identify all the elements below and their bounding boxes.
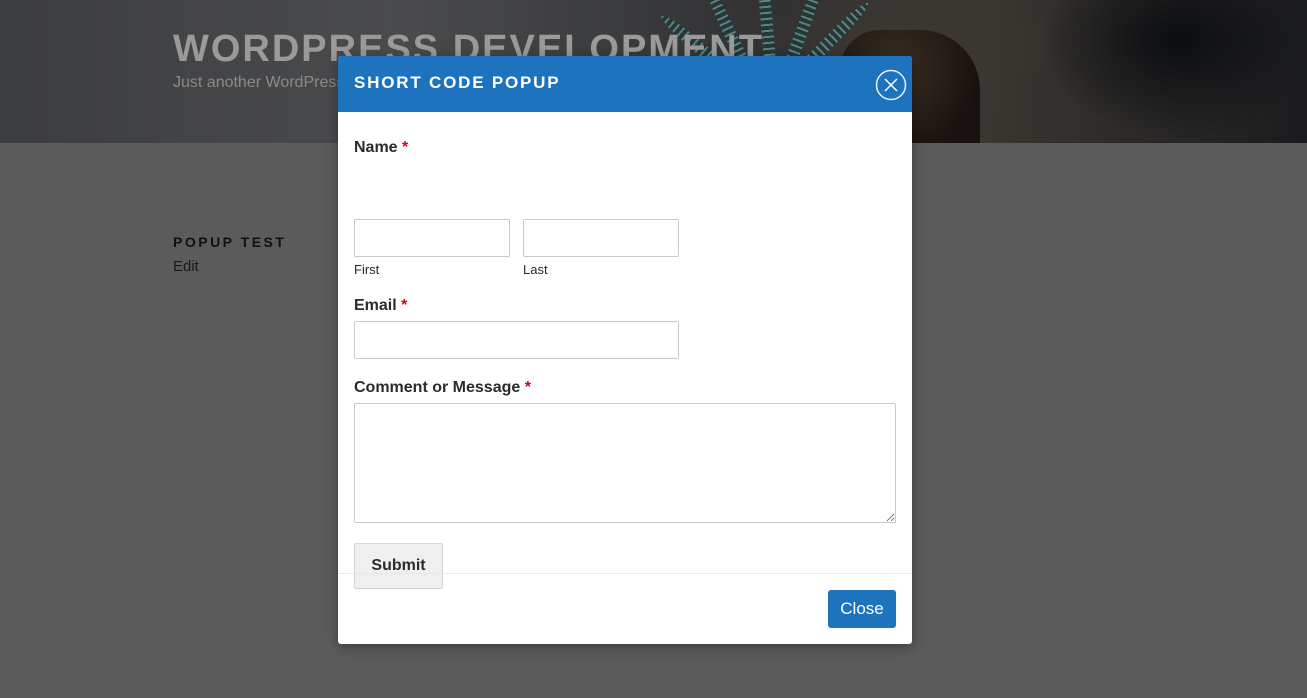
modal-header: SHORT CODE POPUP: [338, 56, 912, 112]
required-asterisk: *: [402, 139, 409, 156]
email-input[interactable]: [354, 321, 679, 359]
email-label: Email *: [354, 297, 407, 315]
email-label-text: Email: [354, 297, 397, 314]
edit-link[interactable]: Edit: [173, 258, 199, 275]
name-label: Name *: [354, 139, 408, 157]
last-name-input[interactable]: [523, 219, 679, 257]
submit-button[interactable]: Submit: [354, 543, 443, 589]
close-circle-icon[interactable]: [875, 69, 907, 101]
shortcode-popup-modal: SHORT CODE POPUP Name * First Last Email…: [338, 56, 912, 644]
name-label-text: Name: [354, 139, 398, 156]
modal-footer-divider: [338, 573, 912, 574]
required-asterisk: *: [401, 297, 408, 314]
last-sublabel: Last: [523, 262, 548, 277]
modal-title: SHORT CODE POPUP: [354, 73, 561, 92]
message-textarea[interactable]: [354, 403, 896, 523]
message-label-text: Comment or Message: [354, 379, 521, 396]
first-sublabel: First: [354, 262, 380, 277]
entry-title: POPUP TEST: [173, 234, 287, 250]
close-button[interactable]: Close: [828, 590, 896, 628]
message-label: Comment or Message *: [354, 379, 531, 397]
first-name-input[interactable]: [354, 219, 510, 257]
required-asterisk: *: [524, 379, 531, 396]
